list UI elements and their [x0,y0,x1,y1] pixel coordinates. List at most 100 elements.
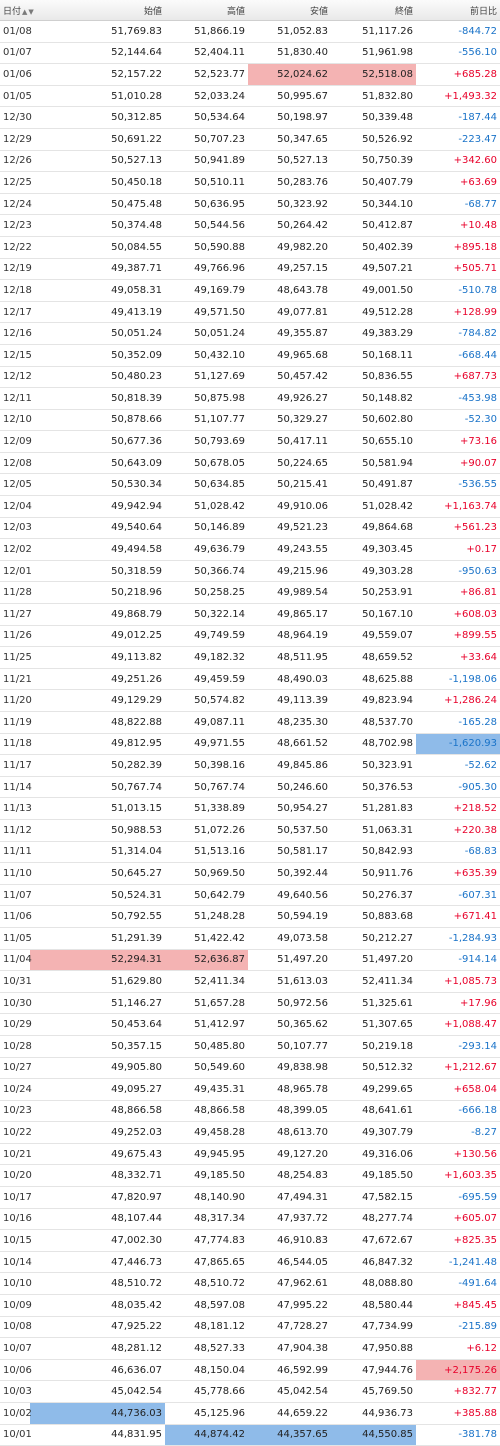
cell-change: +1,088.47 [416,1013,500,1036]
cell-high: 52,404.11 [165,42,248,65]
cell-low: 49,965.68 [248,344,331,367]
cell-date: 12/24 [0,193,32,216]
table-row: 11/28 50,218.96 50,258.25 49,989.54 50,253.9… [0,581,500,605]
cell-date: 11/27 [0,603,32,626]
cell-close: 50,339.48 [331,106,416,129]
cell-close: 50,219.18 [331,1035,416,1058]
table-row: 10/09 48,035.42 48,597.08 47,995.22 48,580.4… [0,1294,500,1317]
sort-down-icon[interactable]: ▼ [28,8,33,16]
cell-high: 51,866.19 [165,20,248,43]
column-header-high[interactable]: 高値 [165,0,248,21]
cell-high: 48,317.34 [165,1208,248,1231]
cell-high: 49,571.50 [165,301,248,324]
column-header-date[interactable]: 日付▲▼ [0,0,34,21]
table-row: 12/19 49,387.71 49,766.96 49,257.15 49,507.2… [0,258,500,281]
cell-date: 10/22 [0,1121,32,1144]
cell-change: +86.81 [416,581,500,605]
cell-date: 11/17 [0,754,32,777]
cell-close: 50,491.87 [331,473,416,497]
cell-high: 50,574.82 [165,689,248,712]
cell-close: 51,307.65 [331,1013,416,1036]
cell-date: 10/28 [0,1035,32,1058]
cell-low: 47,494.31 [248,1186,331,1209]
cell-low: 51,497.20 [248,949,331,972]
table-row: 10/07 48,281.12 48,527.33 47,904.38 47,950.8… [0,1337,500,1360]
cell-date: 12/22 [0,236,32,259]
cell-open: 49,413.19 [30,301,165,324]
cell-high: 50,642.79 [165,884,248,907]
cell-low: 49,077.81 [248,301,331,324]
table-row: 01/07 52,144.64 52,404.11 51,830.40 51,961.9… [0,42,500,65]
cell-high: 48,150.04 [165,1359,248,1382]
cell-close: 47,950.88 [331,1337,416,1360]
cell-low: 49,640.56 [248,884,331,907]
table-row: 11/06 50,792.55 51,248.28 50,594.19 50,883.6… [0,905,500,928]
cell-low: 49,257.15 [248,258,331,281]
cell-change: -68.83 [416,841,500,864]
cell-change: -695.59 [416,1186,500,1209]
cell-high: 51,072.26 [165,819,248,842]
cell-high: 48,181.12 [165,1316,248,1339]
cell-low: 49,355.87 [248,322,331,345]
cell-date: 12/03 [0,517,32,540]
cell-low: 46,544.05 [248,1251,331,1274]
cell-close: 50,212.27 [331,927,416,950]
cell-high: 48,597.08 [165,1294,248,1317]
cell-high: 49,459.59 [165,668,248,691]
cell-high: 45,778.66 [165,1380,248,1403]
cell-change: -293.14 [416,1035,500,1058]
cell-date: 01/05 [0,85,32,108]
cell-date: 11/12 [0,819,32,842]
cell-open: 48,107.44 [30,1208,165,1231]
cell-close: 48,537.70 [331,711,416,734]
table-row: 10/22 49,252.03 49,458.28 48,613.70 49,307.7… [0,1121,500,1144]
table-row: 12/03 49,540.64 50,146.89 49,521.23 49,864.6… [0,517,500,540]
cell-low: 48,661.52 [248,733,331,756]
cell-high: 50,398.16 [165,754,248,777]
cell-close: 49,185.50 [331,1164,416,1188]
column-header-close[interactable]: 終値 [331,0,416,21]
cell-change: -52.30 [416,409,500,432]
cell-close: 50,407.79 [331,171,416,194]
cell-date: 10/27 [0,1057,32,1080]
cell-close: 46,847.32 [331,1251,416,1274]
column-header-open[interactable]: 始値 [30,0,165,21]
table-row: 12/22 50,084.55 50,590.88 49,982.20 50,402.3… [0,236,500,259]
cell-date: 11/07 [0,884,32,907]
cell-date: 10/07 [0,1337,32,1360]
cell-high: 49,766.96 [165,258,248,281]
cell-date: 11/13 [0,797,32,820]
cell-high: 50,322.14 [165,603,248,626]
cell-date: 10/14 [0,1251,32,1274]
cell-open: 48,035.42 [30,1294,165,1317]
table-row: 12/29 50,691.22 50,707.23 50,347.65 50,526.9… [0,128,500,151]
cell-close: 51,281.83 [331,797,416,820]
cell-open: 46,636.07 [30,1359,165,1382]
column-header-low[interactable]: 安値 [248,0,331,21]
cell-close: 48,088.80 [331,1272,416,1296]
cell-close: 48,702.98 [331,733,416,756]
table-row: 11/12 50,988.53 51,072.26 50,537.50 51,063.3… [0,819,500,842]
cell-close: 50,344.10 [331,193,416,216]
table-row: 10/20 48,332.71 49,185.50 48,254.83 49,185.5… [0,1164,500,1188]
cell-close: 49,512.28 [331,301,416,324]
cell-close: 51,117.26 [331,20,416,43]
cell-date: 12/02 [0,538,32,561]
cell-open: 50,524.31 [30,884,165,907]
cell-open: 51,146.27 [30,992,165,1015]
cell-close: 50,750.39 [331,150,416,173]
column-header-change[interactable]: 前日比 [416,0,500,21]
cell-close: 49,823.94 [331,689,416,712]
cell-open: 50,988.53 [30,819,165,842]
cell-low: 48,643.78 [248,279,331,302]
cell-date: 12/19 [0,258,32,281]
cell-low: 50,283.76 [248,171,331,194]
cell-low: 48,511.95 [248,646,331,669]
table-row: 11/27 49,868.79 50,322.14 49,865.17 50,167.1… [0,603,500,626]
sort-up-icon[interactable]: ▲ [22,8,27,16]
cell-high: 51,127.69 [165,366,248,389]
cell-open: 51,291.39 [30,927,165,950]
cell-open: 49,129.29 [30,689,165,712]
cell-open: 52,144.64 [30,42,165,65]
cell-close: 48,277.74 [331,1208,416,1231]
